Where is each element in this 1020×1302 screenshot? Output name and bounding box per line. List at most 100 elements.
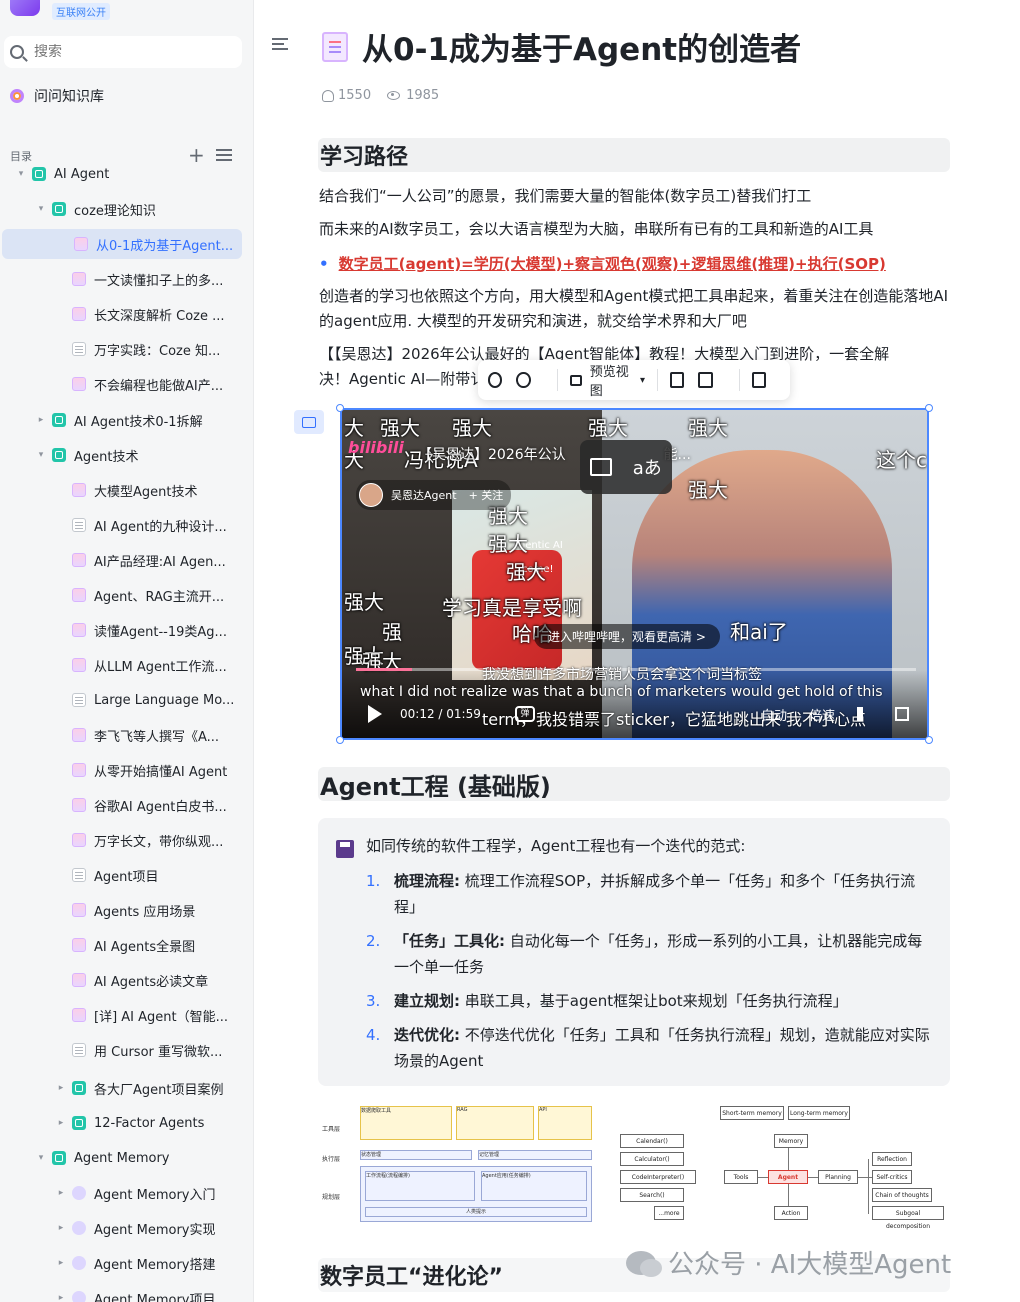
caret-down-icon[interactable]: ▾ xyxy=(36,450,46,460)
sidebar-item[interactable]: 万字长文，带你纵观... xyxy=(0,825,253,855)
sidebar-item[interactable]: ▾ AI Agent xyxy=(0,159,253,189)
resize-handle[interactable] xyxy=(336,736,344,744)
sidebar: 互联网公开 问问知识库 目录 + ▾AI Agent▾coze理论知识从0-1成… xyxy=(0,0,254,1302)
sidebar-item[interactable]: ▸ Agent Memory项目 xyxy=(0,1283,253,1302)
ask-knowledge-base[interactable]: 问问知识库 xyxy=(10,86,104,106)
follow-button[interactable]: + 关注 xyxy=(469,487,504,503)
sidebar-item[interactable]: ▾ Agent Memory xyxy=(0,1143,253,1173)
sidebar-item[interactable]: 谷歌AI Agent白皮书... xyxy=(0,790,253,820)
resize-handle[interactable] xyxy=(925,404,933,412)
sidebar-item[interactable]: [详] AI Agent（智能... xyxy=(0,1000,253,1030)
app-logo[interactable] xyxy=(10,0,40,16)
caret-right-icon[interactable]: ▸ xyxy=(36,415,46,425)
caret-right-icon[interactable]: ▸ xyxy=(56,1083,66,1093)
caret-right-icon[interactable]: ▸ xyxy=(56,1223,66,1233)
sidebar-item[interactable]: 不会编程也能做AI产... xyxy=(0,369,253,399)
caret-right-icon[interactable]: ▸ xyxy=(56,1293,66,1302)
bullet-item[interactable]: • 数字员工(agent)=学历(大模型)+察言观色(观察)+逻辑思维(推理)+执… xyxy=(319,252,886,277)
sidebar-item[interactable]: 大模型Agent技术 xyxy=(0,475,253,505)
caret-right-icon[interactable]: ▸ xyxy=(56,1188,66,1198)
architecture-diagram[interactable]: 工具层 执行层 规划层 数据爬取工具 RAG API 状态管理 记忆管理 工作流… xyxy=(322,1104,594,1224)
danmu-toggle[interactable]: 弹 xyxy=(514,706,535,722)
sidebar-item[interactable]: 长文深度解析 Coze ... xyxy=(0,299,253,329)
sidebar-item[interactable]: Agent项目 xyxy=(0,860,253,890)
sidebar-item[interactable]: 从零开始搞懂AI Agent xyxy=(0,755,253,785)
search-input[interactable] xyxy=(34,44,224,60)
sidebar-item-label: Agent项目 xyxy=(94,869,159,885)
chevron-down-icon: ▾ xyxy=(640,374,646,386)
open-bilibili-hint[interactable]: 进入哔哩哔哩，观看更高清 > xyxy=(534,624,720,649)
resize-handle[interactable] xyxy=(925,736,933,744)
sidebar-item[interactable]: ▸ Agent Memory实现 xyxy=(0,1213,253,1243)
sidebar-item[interactable]: AI Agents全景图 xyxy=(0,930,253,960)
sidebar-item[interactable]: 从0-1成为基于Agent... xyxy=(2,229,242,259)
preview-view-dropdown[interactable]: 预览视图 ▾ xyxy=(569,361,646,399)
block-handle[interactable] xyxy=(294,410,324,434)
row-label: 执行层 xyxy=(322,1156,341,1163)
sidebar-item[interactable]: Agents 应用场景 xyxy=(0,895,253,925)
compass-icon[interactable] xyxy=(516,372,531,388)
sidebar-item[interactable]: 从LLM Agent工作流... xyxy=(0,650,253,680)
sidebar-item[interactable]: ▾ coze理论知识 xyxy=(0,194,253,224)
video-author[interactable]: 吴恩达Agent + 关注 xyxy=(356,480,512,510)
caret-down-icon[interactable]: ▾ xyxy=(36,204,46,214)
sidebar-item[interactable]: 李飞飞等人撰写《A... xyxy=(0,720,253,750)
sidebar-item[interactable]: Agent、RAG主流开... xyxy=(0,580,253,610)
fullscreen-icon[interactable] xyxy=(895,707,909,721)
refresh-icon[interactable] xyxy=(488,372,503,388)
paragraph[interactable]: 结合我们“一人公司”的愿景，我们需要大量的智能体(数字员工)替我们打工 xyxy=(319,184,949,209)
document-emoji-icon[interactable] xyxy=(322,31,348,62)
sidebar-item[interactable]: ▸ 各大厂Agent项目案例 xyxy=(0,1073,253,1103)
sidebar-item[interactable]: ▸ AI Agent技术0-1拆解 xyxy=(0,405,253,435)
page-title[interactable]: 从0-1成为基于Agent的创造者 xyxy=(362,24,801,69)
heading-agent-engineering[interactable]: Agent工程 (基础版) xyxy=(318,767,950,801)
sidebar-item[interactable]: 一文读懂扣子上的多... xyxy=(0,264,253,294)
bullet-text: 数字员工(agent)=学历(大模型)+察言观色(观察)+逻辑思维(推理)+执行… xyxy=(338,255,886,273)
sidebar-item[interactable]: Large Language Mo... xyxy=(0,685,253,715)
callout-block[interactable]: 如同传统的软件工程学，Agent工程也有一个迭代的范式: 1梳理流程: 梳理工作… xyxy=(318,818,950,1086)
speed-button[interactable]: 倍速 xyxy=(809,705,835,724)
heading-learning-path[interactable]: 学习路径 xyxy=(318,138,950,172)
wrap-icon[interactable] xyxy=(698,372,713,388)
caret-down-icon[interactable]: ▾ xyxy=(16,169,26,179)
caret-right-icon[interactable]: ▸ xyxy=(56,1258,66,1268)
paragraph[interactable]: 而未来的AI数字员工，会以大语言模型为大脑，串联所有已有的工具和新造的AI工具 xyxy=(319,217,949,242)
volume-icon[interactable] xyxy=(857,707,873,721)
row-label: 工具层 xyxy=(322,1126,341,1133)
doc-icon xyxy=(72,483,86,497)
list-item[interactable]: 3建立规划: 串联工具，基于agent框架让bot来规划「任务执行流程」 xyxy=(366,988,936,1014)
embedded-video[interactable]: Agentic AI come! 大强大 强大 强大 强大大冯礼说A 这个c 强大 强大 强大… xyxy=(340,408,929,740)
progress-fill xyxy=(356,668,412,671)
translate-icon[interactable]: aあ xyxy=(633,454,662,480)
doc-icon xyxy=(72,518,86,532)
play-icon[interactable] xyxy=(368,705,382,723)
watermark-text: 公众号 · AI大模型Agent xyxy=(668,1250,952,1280)
quality-auto-button[interactable]: 自动 xyxy=(761,705,787,724)
sidebar-item[interactable]: AI Agents必读文章 xyxy=(0,965,253,995)
toc-toggle-icon[interactable] xyxy=(272,38,288,50)
sidebar-item[interactable]: 读懂Agent--19类Ag... xyxy=(0,615,253,645)
agent-architecture-diagram[interactable]: Short-term memory Long-term memory Memory C… xyxy=(620,1104,954,1230)
list-item[interactable]: 2「任务」工具化: 自动化每一个「任务」，形成一系列的小工具，让机器能完成每一个… xyxy=(366,928,936,980)
grid-icon[interactable] xyxy=(669,372,685,388)
list-item[interactable]: 1梳理流程: 梳理工作流程SOP，并拆解成多个单一「任务」和多个「任务执行流程」 xyxy=(366,868,936,920)
sidebar-item[interactable]: AI Agent的九种设计... xyxy=(0,510,253,540)
resize-handle[interactable] xyxy=(336,404,344,412)
sidebar-item[interactable]: AI产品经理:AI Agen... xyxy=(0,545,253,575)
sidebar-item[interactable]: ▸ 12-Factor Agents xyxy=(0,1108,253,1138)
paragraph[interactable]: 创造者的学习也依照这个方向，用大模型和Agent模式把工具串起来，着重关注在创造… xyxy=(319,284,949,334)
comment-icon[interactable] xyxy=(751,372,766,388)
caret-down-icon[interactable]: ▾ xyxy=(36,1153,46,1163)
sidebar-item[interactable]: ▸ Agent Memory入门 xyxy=(0,1178,253,1208)
sidebar-item[interactable]: ▸ Agent Memory搭建 xyxy=(0,1248,253,1278)
public-badge: 互联网公开 xyxy=(52,3,110,20)
sidebar-item[interactable]: 万字实践：Coze 知... xyxy=(0,334,253,364)
tree-indent: ▸ xyxy=(0,1118,66,1128)
pip-icon[interactable] xyxy=(590,458,613,476)
caret-right-icon[interactable]: ▸ xyxy=(56,1118,66,1128)
list-item[interactable]: 4迭代优化: 不停迭代优化「任务」工具和「任务执行流程」规划，造就能应对实际场景… xyxy=(366,1022,936,1074)
sidebar-item[interactable]: 用 Cursor 重写微软... xyxy=(0,1035,253,1065)
search-box[interactable] xyxy=(4,36,242,68)
danmu-comment: 强大 xyxy=(688,478,728,502)
sidebar-item[interactable]: ▾ Agent技术 xyxy=(0,440,253,470)
